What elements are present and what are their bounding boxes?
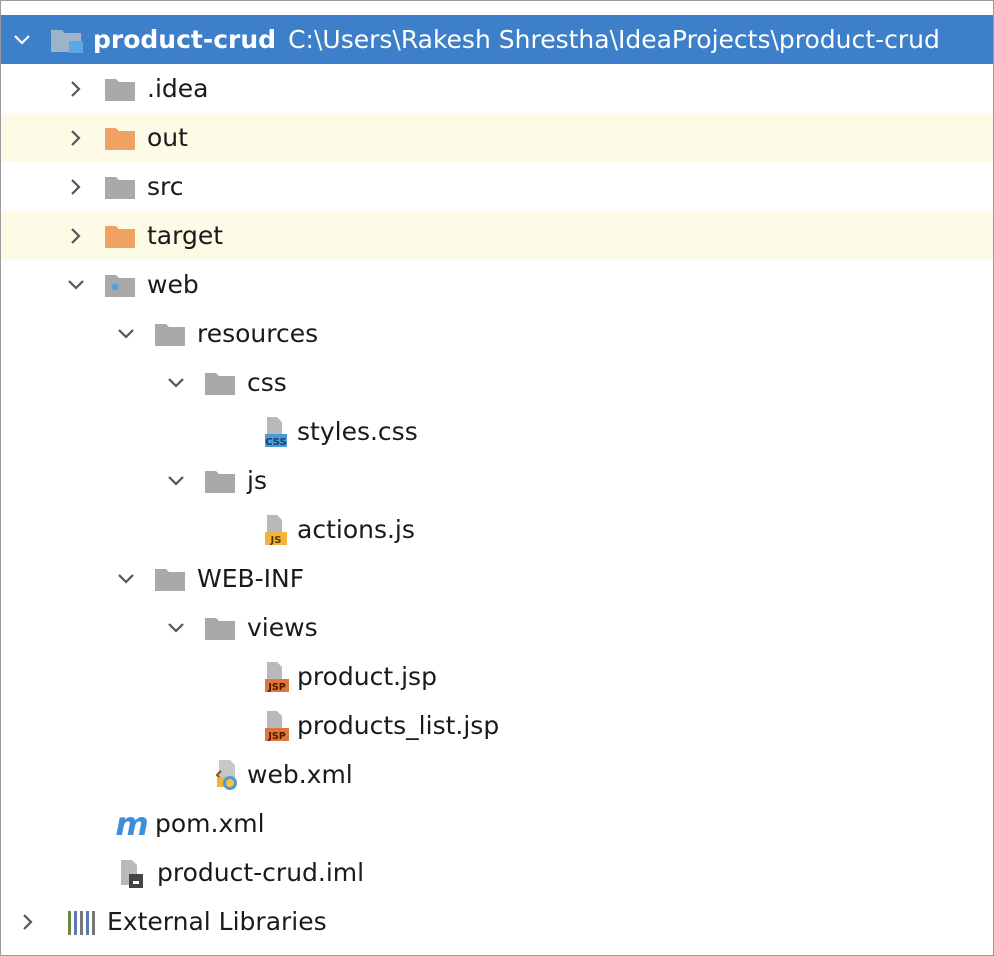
tree-node-web-inf[interactable]: WEB-INF — [1, 554, 993, 603]
web-folder-icon — [103, 268, 141, 302]
tree-node-src[interactable]: src — [1, 162, 993, 211]
tree-node-pom-xml[interactable]: m pom.xml — [1, 799, 993, 848]
tree-node-products-list-jsp[interactable]: JSP products_list.jsp — [1, 701, 993, 750]
project-path: C:\Users\Rakesh Shrestha\IdeaProjects\pr… — [288, 24, 940, 54]
tree-node-label: resources — [197, 318, 319, 348]
project-name: product-crud — [93, 24, 277, 54]
excluded-folder-icon — [103, 219, 141, 253]
folder-icon — [203, 611, 241, 645]
web-xml-file-icon — [203, 758, 241, 792]
tree-node-web[interactable]: web — [1, 260, 993, 309]
tree-node-views[interactable]: views — [1, 603, 993, 652]
file-badge-text: CSS — [265, 437, 286, 448]
file-badge-text: JSP — [267, 731, 285, 742]
excluded-folder-icon — [103, 121, 141, 155]
tree-node-resources[interactable]: resources — [1, 309, 993, 358]
tree-node-label: product.jsp — [297, 661, 437, 691]
tree-node-root[interactable]: product-crud C:\Users\Rakesh Shrestha\Id… — [1, 15, 993, 64]
tree-node-idea[interactable]: .idea — [1, 64, 993, 113]
tree-node-product-jsp[interactable]: JSP product.jsp — [1, 652, 993, 701]
iml-file-icon — [115, 856, 151, 890]
maven-icon: m — [115, 807, 149, 841]
css-file-icon: CSS — [253, 415, 291, 449]
tree-node-js[interactable]: js — [1, 456, 993, 505]
chevron-down-icon[interactable] — [115, 568, 137, 590]
jsp-file-icon: JSP — [253, 709, 291, 743]
tree-node-label: src — [147, 171, 184, 201]
library-icon — [65, 905, 101, 939]
chevron-down-icon[interactable] — [115, 323, 137, 345]
chevron-down-icon[interactable] — [165, 372, 187, 394]
module-folder-icon — [49, 23, 87, 57]
folder-icon — [103, 72, 141, 106]
tree-node-target[interactable]: target — [1, 211, 993, 260]
tree-node-out[interactable]: out — [1, 113, 993, 162]
chevron-down-icon[interactable] — [165, 470, 187, 492]
chevron-right-icon[interactable] — [17, 911, 39, 933]
tree-node-label: out — [147, 122, 188, 152]
folder-icon — [153, 562, 191, 596]
project-tool-window: product-crud C:\Users\Rakesh Shrestha\Id… — [0, 0, 994, 956]
tree-node-label: web — [147, 269, 199, 299]
chevron-down-icon[interactable] — [11, 29, 33, 51]
folder-icon — [203, 464, 241, 498]
tree-node-label: styles.css — [297, 416, 418, 446]
tree-node-label: WEB-INF — [197, 563, 305, 593]
tree-node-label: .idea — [147, 73, 209, 103]
tree-node-styles-css[interactable]: CSS styles.css — [1, 407, 993, 456]
tree-node-actions-js[interactable]: JS actions.js — [1, 505, 993, 554]
tree-node-label: js — [247, 465, 267, 495]
tree-node-label: product-crud.iml — [157, 857, 365, 887]
tree-node-web-xml[interactable]: web.xml — [1, 750, 993, 799]
tree-node-label: External Libraries — [107, 906, 327, 936]
chevron-right-icon[interactable] — [65, 78, 87, 100]
project-tree[interactable]: product-crud C:\Users\Rakesh Shrestha\Id… — [1, 15, 993, 946]
tree-node-label: views — [247, 612, 318, 642]
chevron-right-icon[interactable] — [65, 176, 87, 198]
tree-node-css[interactable]: css — [1, 358, 993, 407]
chevron-down-icon[interactable] — [165, 617, 187, 639]
folder-icon — [203, 366, 241, 400]
tree-node-label: actions.js — [297, 514, 415, 544]
tree-node-label: css — [247, 367, 287, 397]
chevron-down-icon[interactable] — [65, 274, 87, 296]
maven-glyph: m — [115, 804, 149, 843]
file-badge-text: JS — [270, 535, 282, 546]
tree-node-iml[interactable]: product-crud.iml — [1, 848, 993, 897]
chevron-right-icon[interactable] — [65, 225, 87, 247]
tree-node-external-libraries[interactable]: External Libraries — [1, 897, 993, 946]
tree-node-label: pom.xml — [155, 808, 265, 838]
js-file-icon: JS — [253, 513, 291, 547]
folder-icon — [103, 170, 141, 204]
jsp-file-icon: JSP — [253, 660, 291, 694]
folder-icon — [153, 317, 191, 351]
file-badge-text: JSP — [267, 682, 285, 693]
tree-node-label: products_list.jsp — [297, 710, 500, 740]
tree-node-label: target — [147, 220, 224, 250]
tree-node-label: web.xml — [247, 759, 353, 789]
chevron-right-icon[interactable] — [65, 127, 87, 149]
